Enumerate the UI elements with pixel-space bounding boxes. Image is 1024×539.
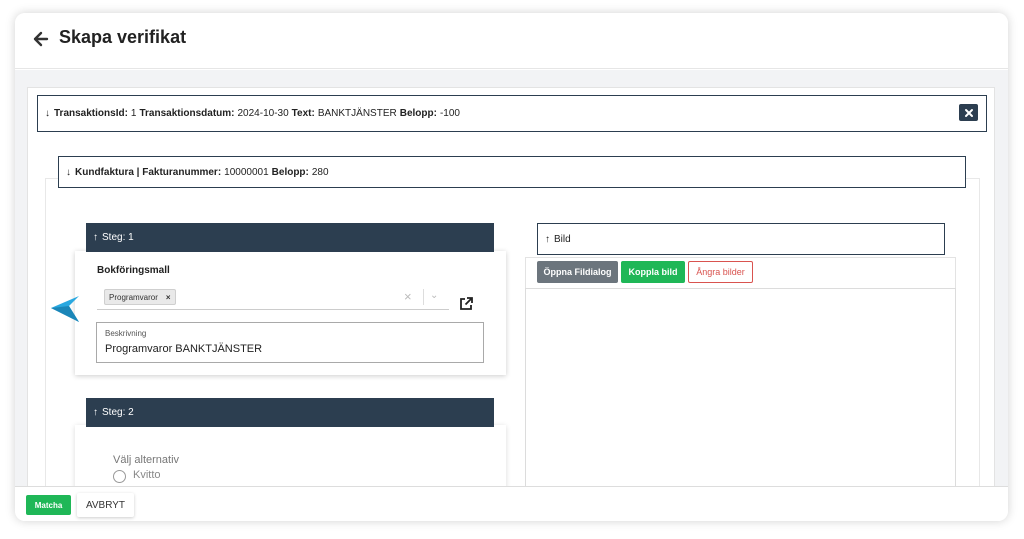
invoice-type-label: Kundfaktura | Fakturanummer: xyxy=(75,166,222,178)
step2-title: Steg: 2 xyxy=(102,407,134,418)
image-bar[interactable]: ↑ Bild xyxy=(537,223,945,255)
transaction-id-value: 1 xyxy=(130,108,137,119)
invoice-number-value: 10000001 xyxy=(224,166,269,178)
chip-remove-icon[interactable]: × xyxy=(166,293,171,302)
transaction-date-value: 2024-10-30 xyxy=(237,108,289,119)
transaction-text-value: BANKTJÄNSTER xyxy=(317,108,397,119)
radio-kvitto[interactable] xyxy=(113,470,126,483)
clear-icon[interactable]: × xyxy=(404,289,412,304)
transaction-bar[interactable]: ↓ TransaktionsId: 1 Transaktionsdatum: 2… xyxy=(37,95,987,132)
transaction-text-label: Text: xyxy=(291,108,315,119)
cancel-button[interactable]: AVBRYT xyxy=(77,493,134,517)
invoice-amount-label: Belopp: xyxy=(271,166,309,178)
invoice-bar[interactable]: ↓ Kundfaktura | Fakturanummer: 10000001 … xyxy=(58,156,966,188)
arrow-down-icon: ↓ xyxy=(45,108,50,119)
match-button[interactable]: Matcha xyxy=(26,495,71,515)
transaction-date-label: Transaktionsdatum: xyxy=(139,108,235,119)
description-field[interactable]: Beskrivning Programvaror BANKTJÄNSTER xyxy=(96,322,484,363)
arrow-up-icon: ↑ xyxy=(545,233,550,245)
footer-bar xyxy=(15,486,1008,521)
page-title: Skapa verifikat xyxy=(59,27,187,47)
template-chip-label: Programvaror xyxy=(109,292,158,302)
chevron-down-icon[interactable]: ⌄ xyxy=(430,290,438,301)
dialog-window: Skapa verifikat ↓ TransaktionsId: 1 Tran… xyxy=(15,13,1008,521)
template-chip: Programvaror × xyxy=(104,289,176,305)
transaction-id-label: TransaktionsId: xyxy=(54,108,128,119)
transaction-amount-value: -100 xyxy=(439,108,460,119)
template-label: Bokföringsmall xyxy=(97,265,170,276)
image-title: Bild xyxy=(554,233,571,245)
pointer-arrow-icon xyxy=(51,296,79,322)
undo-images-button[interactable]: Ångra bilder xyxy=(688,261,753,283)
template-select[interactable]: Programvaror × × ⌄ xyxy=(97,286,449,310)
open-file-dialog-button[interactable]: Öppna Fildialog xyxy=(537,261,618,283)
step2-prompt: Välj alternativ xyxy=(113,454,180,466)
radio-kvitto-label: Kvitto xyxy=(133,469,161,481)
step1-title: Steg: 1 xyxy=(102,232,134,243)
step1-header[interactable]: ↑ Steg: 1 xyxy=(86,223,494,252)
invoice-amount-value: 280 xyxy=(311,166,329,178)
step2-header[interactable]: ↑ Steg: 2 xyxy=(86,398,494,427)
link-image-button[interactable]: Koppla bild xyxy=(621,261,685,283)
page-header: Skapa verifikat xyxy=(15,13,1008,69)
select-separator xyxy=(423,289,424,305)
image-preview-area[interactable] xyxy=(525,288,956,498)
arrow-down-icon: ↓ xyxy=(66,166,71,178)
close-icon xyxy=(964,108,973,117)
back-arrow-icon[interactable] xyxy=(33,30,49,48)
external-link-icon[interactable] xyxy=(458,296,474,312)
arrow-up-icon: ↑ xyxy=(93,407,98,418)
transaction-amount-label: Belopp: xyxy=(399,108,437,119)
arrow-up-icon: ↑ xyxy=(93,232,98,243)
description-value: Programvaror BANKTJÄNSTER xyxy=(105,343,263,355)
close-button[interactable] xyxy=(959,104,978,121)
description-label: Beskrivning xyxy=(105,329,147,338)
